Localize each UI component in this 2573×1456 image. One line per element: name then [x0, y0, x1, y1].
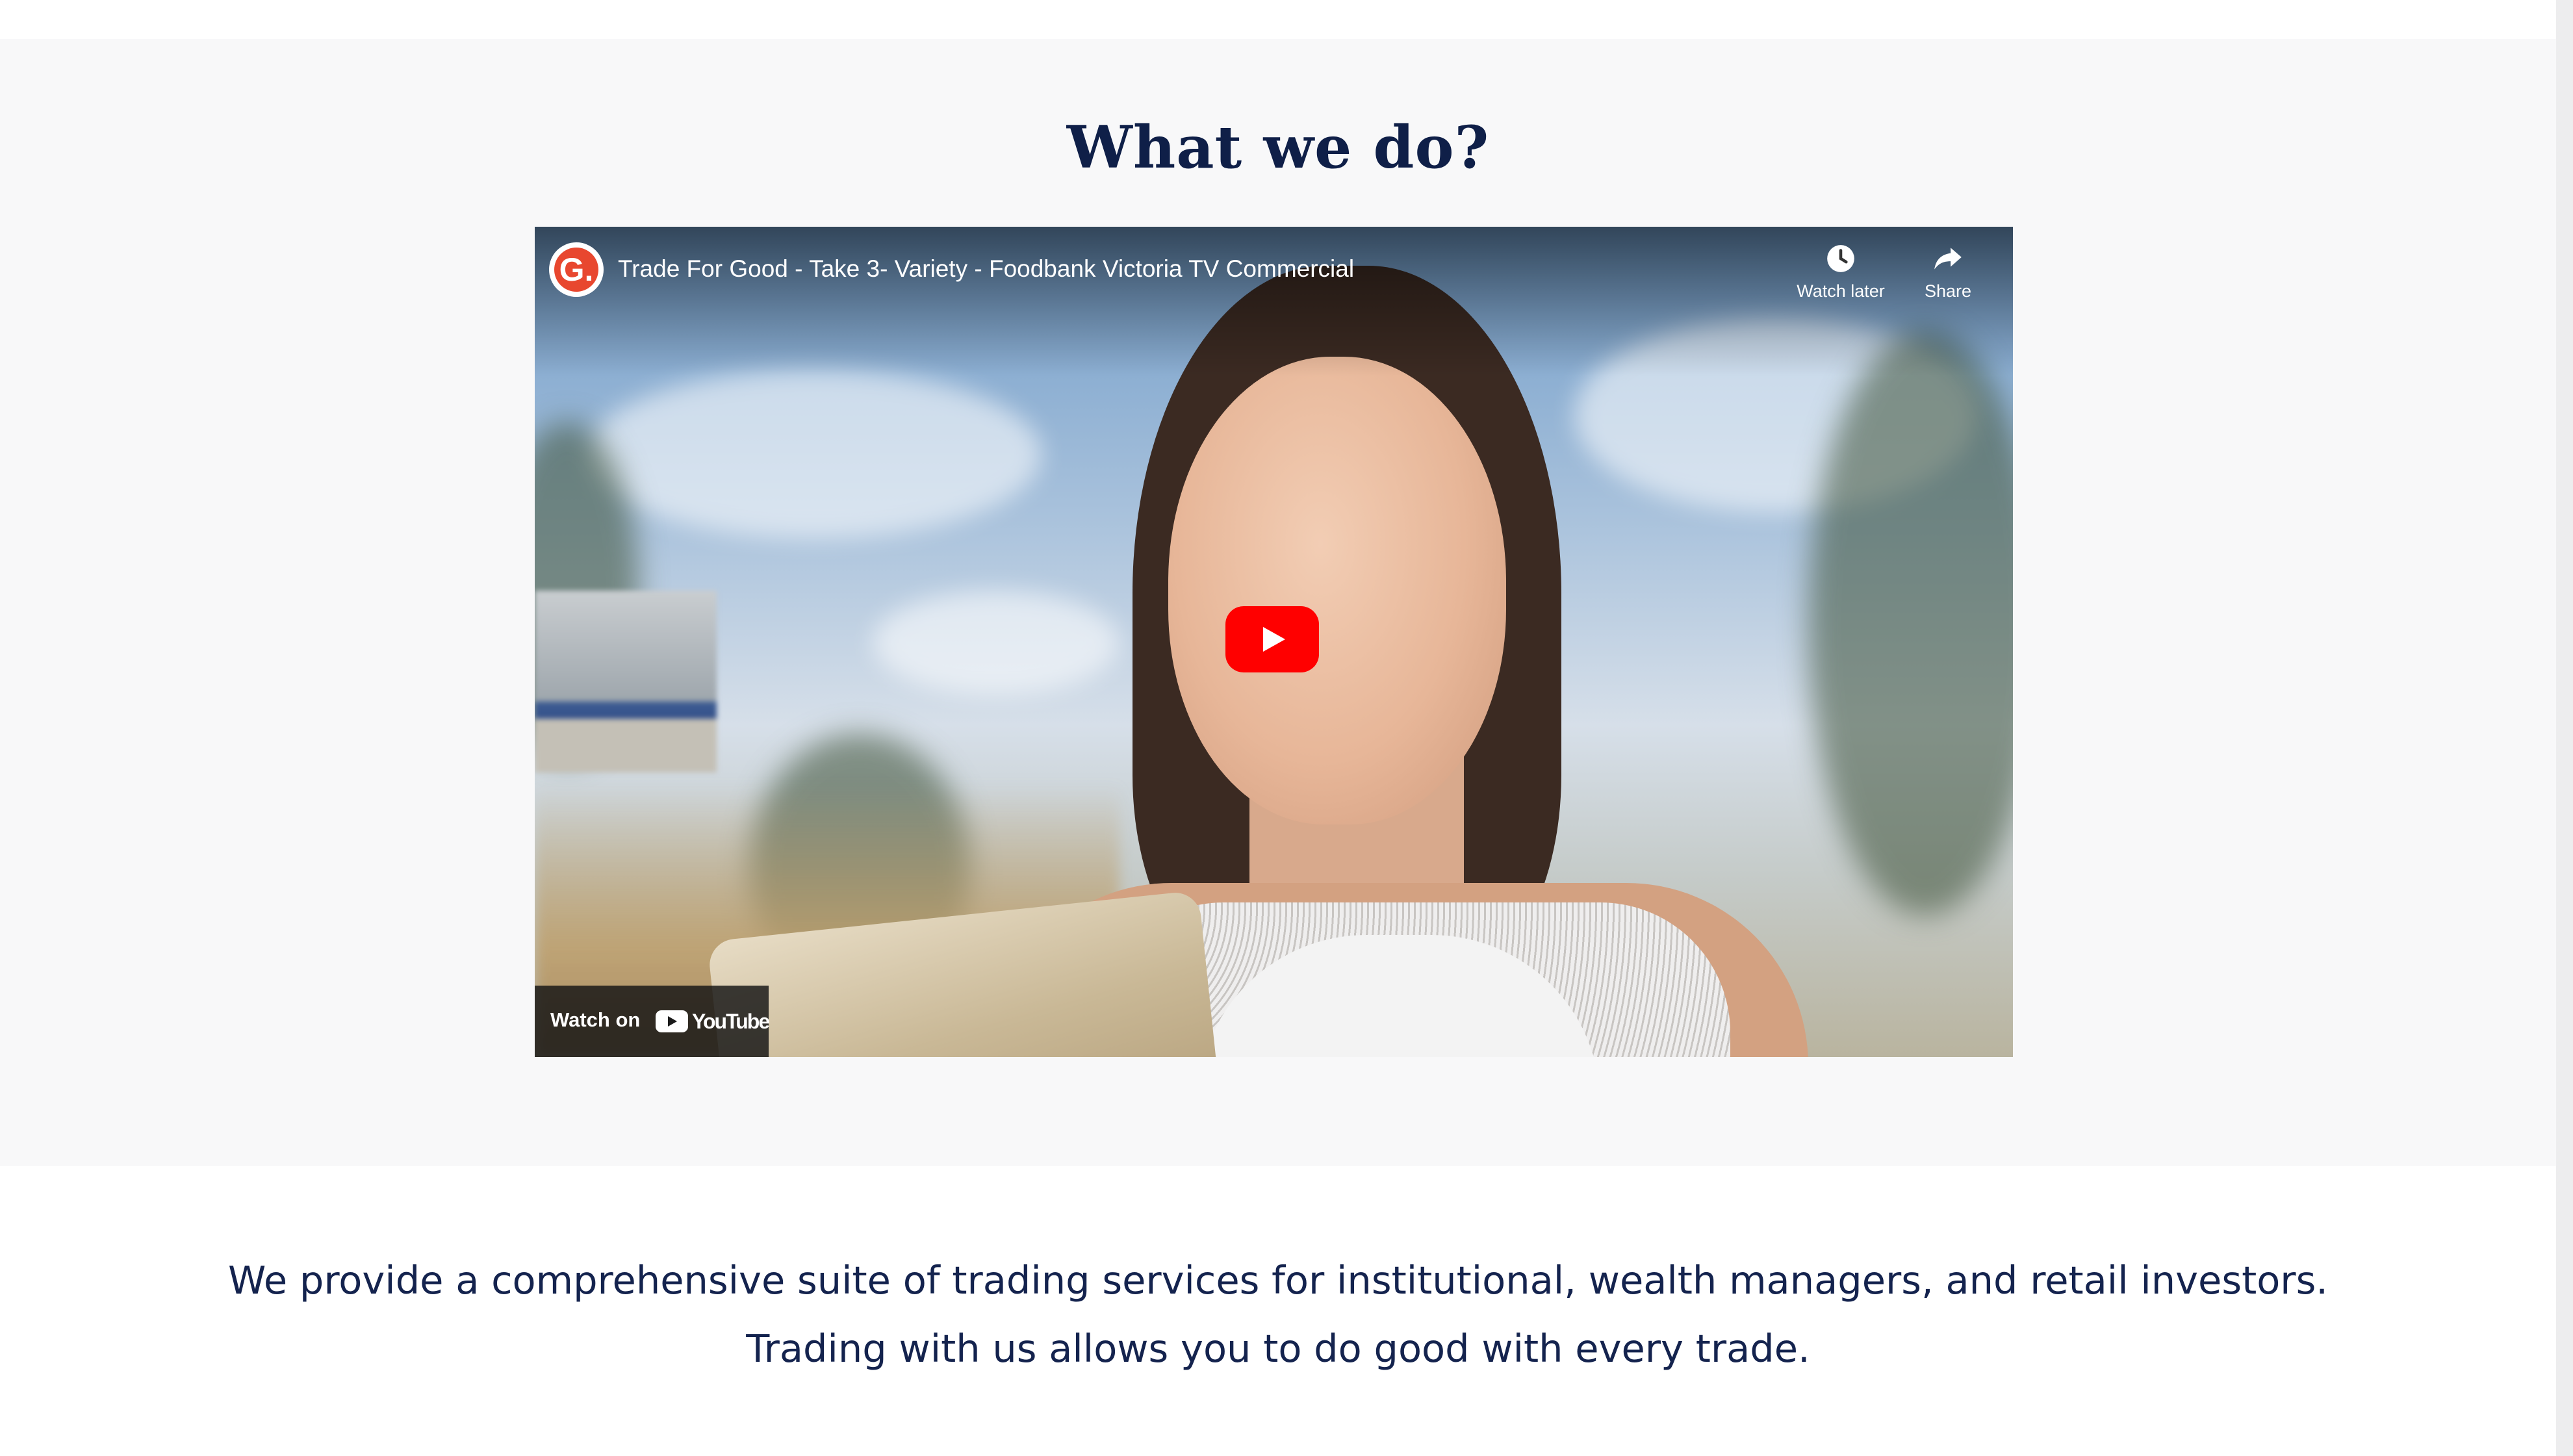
thumbnail-person-face: [1168, 357, 1506, 824]
description: We provide a comprehensive suite of trad…: [0, 1246, 2556, 1383]
watch-on-label: Watch on: [550, 1008, 641, 1031]
section-heading: What we do?: [1066, 113, 1490, 182]
description-line-1: We provide a comprehensive suite of trad…: [227, 1258, 2329, 1303]
youtube-play-icon: [656, 1010, 688, 1032]
watch-on-youtube-button[interactable]: Watch on YouTube: [535, 986, 770, 1057]
play-icon: [1263, 627, 1285, 652]
page: What we do? G. Trade For Good - Take 3- …: [0, 0, 2573, 1456]
thumbnail-building: [535, 591, 717, 773]
share-button[interactable]: Share: [1899, 242, 1997, 301]
share-arrow-icon: [1934, 248, 1962, 270]
description-line-2: Trading with us allows you to do good wi…: [746, 1326, 1810, 1371]
share-label: Share: [1924, 281, 1972, 301]
page-scrollbar[interactable]: [2556, 0, 2573, 1456]
thumbnail-cloud: [873, 591, 1120, 695]
video-title[interactable]: Trade For Good - Take 3- Variety - Foodb…: [618, 254, 1354, 284]
channel-logo[interactable]: G.: [549, 242, 604, 297]
video-player[interactable]: G. Trade For Good - Take 3- Variety - Fo…: [535, 227, 2013, 1057]
watch-later-label: Watch later: [1797, 281, 1885, 301]
clock-icon: [1827, 245, 1854, 272]
watch-later-button[interactable]: Watch later: [1792, 242, 1889, 301]
youtube-brand-text: YouTube: [692, 1010, 770, 1033]
play-button[interactable]: [1225, 606, 1319, 672]
channel-logo-letter: G.: [554, 248, 598, 292]
thumbnail-cloud: [587, 370, 1042, 539]
player-top-overlay: [535, 227, 2013, 376]
